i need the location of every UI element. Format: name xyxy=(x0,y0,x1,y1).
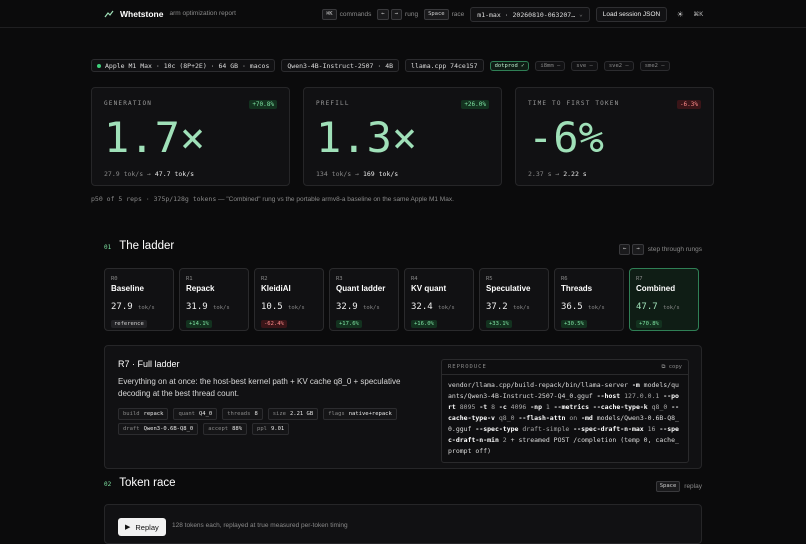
commands-hint: commands xyxy=(339,11,372,18)
race-header: 02 Token race xyxy=(104,477,176,489)
tag-size: size 2.21 GB xyxy=(267,408,319,420)
replay-button[interactable]: ▶ Replay xyxy=(118,518,166,536)
chevron-down-icon: ⌄ xyxy=(579,11,583,18)
rung-badge: reference xyxy=(111,320,147,328)
rung-badge: +17.6% xyxy=(336,320,362,328)
replay-hint: Space replay xyxy=(655,481,702,492)
rung-badge: +30.5% xyxy=(561,320,587,328)
metric-delta-badge: +70.8% xyxy=(249,100,277,109)
command-menu-button[interactable]: ⌘K xyxy=(691,8,705,22)
metric-delta-badge: -6.3% xyxy=(676,100,701,109)
spec-tags: draft Qwen3-0.6B-Q8_0 accept 88% ppl 9.01 xyxy=(118,423,290,435)
detail-description: Everything on at once: the host-best ker… xyxy=(118,377,401,398)
reproduce-command: vendor/llama.cpp/build-repack/bin/llama-… xyxy=(448,381,680,455)
replay-space-key[interactable]: Space xyxy=(655,481,681,492)
status-dot xyxy=(97,63,101,68)
rung-detail-panel: R7 · Full ladder Everything on at once: … xyxy=(104,345,702,469)
section-number: 01 xyxy=(104,244,112,251)
rung-badge: -62.4% xyxy=(261,320,287,328)
race-note: 128 tokens each, replayed at true measur… xyxy=(172,522,348,529)
tag-flags: flags native+repack xyxy=(323,408,397,420)
metric-big-value: 1.7× xyxy=(104,113,206,162)
rung-badge: +14.1% xyxy=(186,320,212,328)
load-session-button[interactable]: Load session JSON xyxy=(595,7,668,22)
token-race-panel: ▶ Replay 128 tokens each, replayed at tr… xyxy=(104,504,702,544)
tag-accept: accept 88% xyxy=(203,423,248,435)
tag-quant: quant Q4_0 xyxy=(173,408,218,420)
tag-threads: threads 8 xyxy=(222,408,263,420)
engine-chip: llama.cpp 74ce157 xyxy=(405,59,484,72)
reproduce-box: REPRODUCE ⧉ copy vendor/llama.cpp/build-… xyxy=(441,359,689,463)
rung-hint: rung xyxy=(405,11,419,18)
rung-list: R0 Baseline 27.9 tok/s reference R1 Repack 31… xyxy=(104,268,699,331)
detail-title: R7 · Full ladder xyxy=(118,359,180,369)
race-space-key[interactable]: Space xyxy=(424,9,449,20)
feature-chip-i8mm: i8mm – xyxy=(535,60,566,71)
reproduce-header: REPRODUCE ⧉ copy xyxy=(442,360,688,375)
rung-card-r2[interactable]: R2 KleidiAI 10.5 tok/s -62.4% xyxy=(254,268,324,331)
feature-chip-sve: sve – xyxy=(571,60,598,71)
feature-chip-sme2: sme2 – xyxy=(639,60,670,71)
ttft-card: TIME TO FIRST TOKEN -6.3% -6% 2.37 s → 2… xyxy=(515,87,714,186)
rung-card-r5[interactable]: R5 Speculative 37.2 tok/s +33.1% xyxy=(479,268,549,331)
config-tags: build repack quant Q4_0 threads 8 size 2.21 … xyxy=(118,408,397,420)
environment-chips: Apple M1 Max · 10c (8P+2E) · 64 GB · mac… xyxy=(91,59,670,72)
metric-delta-badge: +26.0% xyxy=(461,100,489,109)
section-number: 02 xyxy=(104,481,112,488)
rung-card-r4[interactable]: R4 KV quant 32.4 tok/s +16.0% xyxy=(404,268,474,331)
prefill-card: PREFILL +26.0% 1.3× 134 tok/s → 169 tok/… xyxy=(303,87,502,186)
next-rung-key[interactable]: → xyxy=(390,9,403,20)
run-select-value: m1-max · 20260810-063207… xyxy=(477,10,576,19)
section-title: The ladder xyxy=(119,240,175,252)
metric-label: TIME TO FIRST TOKEN xyxy=(528,100,620,107)
summary-note: p50 of 5 reps · 375p/128g tokens — "Comb… xyxy=(91,195,454,203)
section-title: Token race xyxy=(119,477,176,489)
feature-chip-dotprod: dotprod ✓ xyxy=(489,60,530,71)
rung-card-r3[interactable]: R3 Quant ladder 32.9 tok/s +17.6% xyxy=(329,268,399,331)
next-rung-key[interactable]: → xyxy=(632,244,644,255)
copy-button[interactable]: ⧉ copy xyxy=(662,364,683,371)
chart-logo-icon xyxy=(104,9,114,19)
model-chip: Qwen3-4B-Instruct-2507 · 4B xyxy=(281,59,400,72)
run-select[interactable]: m1-max · 20260810-063207… ⌄ xyxy=(470,7,590,22)
app-subtitle: arm optimization report xyxy=(169,10,236,17)
metric-detail: 134 tok/s → 169 tok/s xyxy=(316,170,399,178)
rung-card-r7[interactable]: R7 Combined 47.7 tok/s +70.8% xyxy=(629,268,699,331)
rung-badge: +16.0% xyxy=(411,320,437,328)
prev-rung-key[interactable]: ← xyxy=(619,244,631,255)
rung-badge: +70.8% xyxy=(636,320,662,328)
feature-chip-sve2: sve2 – xyxy=(603,60,634,71)
copy-icon: ⧉ xyxy=(661,363,666,370)
rung-card-r6[interactable]: R6 Threads 36.5 tok/s +30.5% xyxy=(554,268,624,331)
step-hint: ← → step through rungs xyxy=(619,244,702,255)
tag-ppl: ppl 9.01 xyxy=(252,423,290,435)
ladder-header: 01 The ladder xyxy=(104,240,174,252)
generation-card: GENERATION +70.8% 1.7× 27.9 tok/s → 47.7… xyxy=(91,87,290,186)
machine-chip: Apple M1 Max · 10c (8P+2E) · 64 GB · mac… xyxy=(91,59,276,72)
tag-draft: draft Qwen3-0.6B-Q8_0 xyxy=(118,423,199,435)
app-brand: Whetstone xyxy=(120,8,164,19)
metric-big-value: -6% xyxy=(528,113,604,162)
metric-big-value: 1.3× xyxy=(316,113,418,162)
topbar-controls: ⌘K commands ← → rung Space race m1-max ·… xyxy=(322,7,705,22)
rung-card-r0[interactable]: R0 Baseline 27.9 tok/s reference xyxy=(104,268,174,331)
rung-card-r1[interactable]: R1 Repack 31.9 tok/s +14.1% xyxy=(179,268,249,331)
race-hint: race xyxy=(451,11,465,18)
sun-icon[interactable]: ☀ xyxy=(673,8,687,22)
play-icon: ▶ xyxy=(125,524,131,531)
rung-badge: +33.1% xyxy=(486,320,512,328)
tag-build: build repack xyxy=(118,408,169,420)
prev-rung-key[interactable]: ← xyxy=(377,9,389,20)
metric-detail: 2.37 s → 2.22 s xyxy=(528,170,587,178)
command-shortcut-key: ⌘K xyxy=(322,9,337,20)
metric-detail: 27.9 tok/s → 47.7 tok/s xyxy=(104,170,195,178)
